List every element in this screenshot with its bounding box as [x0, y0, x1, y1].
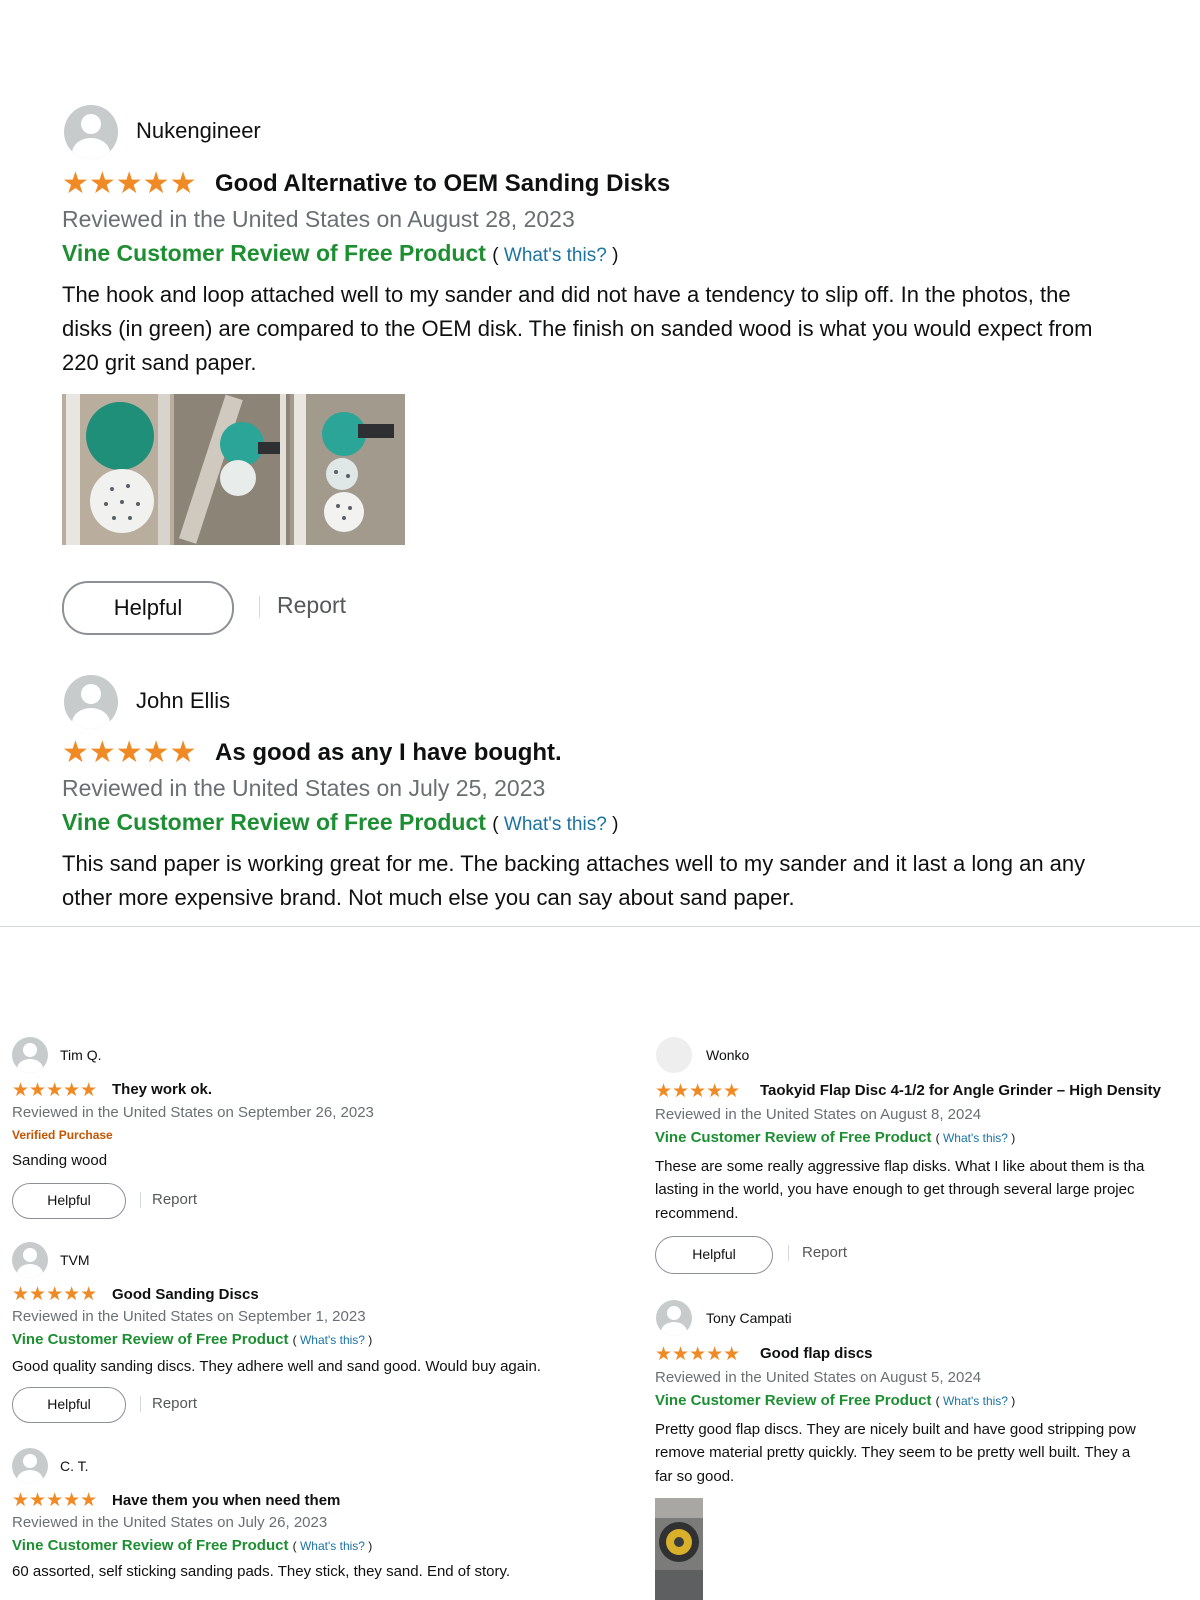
- reviewer-name[interactable]: Tony Campati: [706, 1310, 792, 1326]
- divider: [259, 596, 260, 618]
- star-rating: ★★★★★: [12, 1490, 98, 1511]
- whats-this-link[interactable]: What's this?: [943, 1394, 1008, 1408]
- review-body-line: recommend.: [655, 1205, 739, 1222]
- vine-label: Vine Customer Review of Free Product: [655, 1129, 932, 1146]
- review-body-line: disks (in green) are compared to the OEM…: [62, 316, 1093, 341]
- avatar-icon: [12, 1242, 48, 1278]
- reviewer-name[interactable]: John Ellis: [136, 688, 230, 714]
- review-date: Reviewed in the United States on Septemb…: [12, 1308, 366, 1325]
- vine-label: Vine Customer Review of Free Product: [62, 240, 486, 266]
- whats-this-link[interactable]: What's this?: [300, 1539, 365, 1553]
- verified-purchase-badge: Verified Purchase: [12, 1128, 113, 1142]
- report-link[interactable]: Report: [277, 592, 346, 619]
- review-body-line: other more expensive brand. Not much els…: [62, 885, 795, 910]
- star-rating: ★★★★★: [12, 1284, 98, 1305]
- review-body: 60 assorted, self sticking sanding pads.…: [12, 1563, 511, 1580]
- star-rating: ★★★★★: [62, 167, 197, 200]
- review-date: Reviewed in the United States on Septemb…: [12, 1104, 374, 1121]
- review-body-line: far so good.: [655, 1468, 735, 1485]
- whats-this-link[interactable]: What's this?: [943, 1131, 1008, 1145]
- vine-badge: Vine Customer Review of Free Product ( W…: [12, 1331, 373, 1348]
- helpful-button[interactable]: Helpful: [655, 1236, 773, 1274]
- report-link[interactable]: Report: [802, 1244, 847, 1261]
- review-date: Reviewed in the United States on July 26…: [12, 1514, 328, 1531]
- review-body-line: lasting in the world, you have enough to…: [655, 1181, 1135, 1198]
- star-rating: ★★★★★: [12, 1080, 98, 1101]
- review-photo-image[interactable]: [655, 1498, 703, 1600]
- divider: [140, 1192, 141, 1208]
- avatar-icon: [12, 1448, 48, 1484]
- review-date: Reviewed in the United States on July 25…: [62, 775, 546, 801]
- review-body-line: Pretty good flap discs. They are nicely …: [655, 1421, 1136, 1438]
- helpful-button[interactable]: Helpful: [62, 581, 234, 635]
- review-photos-image[interactable]: [62, 394, 405, 545]
- reviewer-name[interactable]: Nukengineer: [136, 118, 261, 144]
- review-body-line: The hook and loop attached well to my sa…: [62, 282, 1071, 307]
- review-body: Good quality sanding discs. They adhere …: [12, 1358, 541, 1375]
- review-photo-strip[interactable]: [62, 394, 405, 545]
- star-rating: ★★★★★: [655, 1081, 741, 1102]
- whats-this-link[interactable]: What's this?: [504, 245, 607, 266]
- review-title[interactable]: Good flap discs: [760, 1345, 873, 1362]
- avatar-icon: [64, 105, 118, 159]
- vine-badge: Vine Customer Review of Free Product ( W…: [62, 809, 619, 835]
- vine-badge: Vine Customer Review of Free Product ( W…: [12, 1537, 373, 1554]
- avatar-icon: [656, 1037, 692, 1073]
- review-title[interactable]: Have them you when need them: [112, 1492, 340, 1509]
- review-title[interactable]: Good Sanding Discs: [112, 1286, 259, 1303]
- review-title[interactable]: As good as any I have bought.: [215, 739, 562, 767]
- report-link[interactable]: Report: [152, 1191, 197, 1208]
- review-body-line: remove material pretty quickly. They see…: [655, 1444, 1131, 1461]
- helpful-button[interactable]: Helpful: [12, 1183, 126, 1219]
- review-date: Reviewed in the United States on August …: [655, 1106, 982, 1123]
- reviewer-name[interactable]: TVM: [60, 1252, 90, 1268]
- divider: [788, 1245, 789, 1261]
- vine-badge: Vine Customer Review of Free Product ( W…: [655, 1129, 1016, 1146]
- divider: [140, 1396, 141, 1412]
- star-rating: ★★★★★: [62, 736, 197, 769]
- review-date: Reviewed in the United States on August …: [62, 206, 575, 232]
- review-body-line: 220 grit sand paper.: [62, 350, 257, 375]
- vine-badge: Vine Customer Review of Free Product ( W…: [62, 240, 619, 266]
- reviewer-name[interactable]: Tim Q.: [60, 1047, 101, 1063]
- avatar-icon: [64, 675, 118, 729]
- review-body-line: This sand paper is working great for me.…: [62, 851, 1086, 876]
- review-body-line: These are some really aggressive flap di…: [655, 1158, 1145, 1175]
- report-link[interactable]: Report: [152, 1395, 197, 1412]
- reviewer-name[interactable]: C. T.: [60, 1458, 89, 1474]
- section-divider: [0, 926, 1200, 927]
- vine-label: Vine Customer Review of Free Product: [12, 1331, 289, 1348]
- reviewer-name[interactable]: Wonko: [706, 1047, 749, 1063]
- review-body: Sanding wood: [12, 1152, 108, 1169]
- whats-this-link[interactable]: What's this?: [504, 814, 607, 835]
- vine-label: Vine Customer Review of Free Product: [12, 1537, 289, 1554]
- review-title[interactable]: Taokyid Flap Disc 4-1/2 for Angle Grinde…: [760, 1082, 1161, 1099]
- vine-badge: Vine Customer Review of Free Product ( W…: [655, 1392, 1016, 1409]
- star-rating: ★★★★★: [655, 1344, 741, 1365]
- review-title[interactable]: They work ok.: [112, 1081, 212, 1098]
- vine-label: Vine Customer Review of Free Product: [655, 1392, 932, 1409]
- vine-label: Vine Customer Review of Free Product: [62, 809, 486, 835]
- review-photo-strip[interactable]: [655, 1498, 703, 1600]
- avatar-icon: [12, 1037, 48, 1073]
- review-date: Reviewed in the United States on August …: [655, 1369, 982, 1386]
- helpful-button[interactable]: Helpful: [12, 1387, 126, 1423]
- avatar-icon: [656, 1300, 692, 1336]
- review-title[interactable]: Good Alternative to OEM Sanding Disks: [215, 170, 670, 198]
- whats-this-link[interactable]: What's this?: [300, 1333, 365, 1347]
